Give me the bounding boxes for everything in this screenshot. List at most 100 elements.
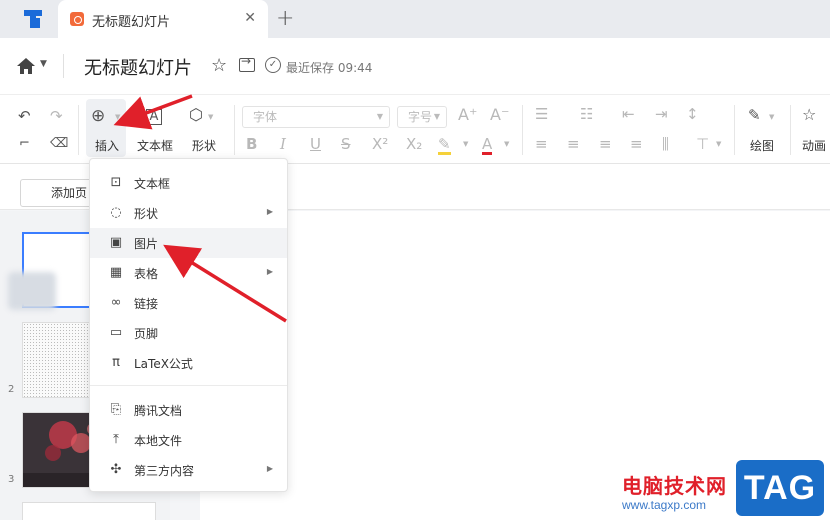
link-icon: ∞ — [110, 295, 122, 310]
menu-item-label: LaTeX公式 — [134, 357, 193, 371]
plus-circle-icon: ⊕ — [91, 106, 106, 126]
blurred-region — [8, 272, 56, 310]
align-justify-icon[interactable]: ≡ — [630, 137, 643, 152]
align-center-icon[interactable]: ≡ — [567, 137, 580, 152]
chevron-down-icon: ▼ — [433, 112, 440, 121]
slides-file-icon — [70, 12, 84, 26]
chevron-down-icon[interactable]: ▼ — [40, 59, 47, 69]
menu-item-table[interactable]: ▦ 表格 ▶ — [90, 258, 287, 288]
divider — [234, 105, 235, 155]
menu-item-label: 图片 — [134, 237, 159, 251]
chevron-down-icon[interactable]: ▼ — [504, 141, 509, 148]
menu-item-label: 本地文件 — [134, 434, 183, 448]
divider — [522, 105, 523, 155]
image-icon: ▣ — [109, 235, 123, 250]
line-spacing-icon[interactable]: ↕ — [686, 107, 699, 122]
home-icon[interactable] — [16, 57, 36, 75]
menu-item-latex[interactable]: π LaTeX公式 — [90, 348, 287, 378]
textbox-icon[interactable]: A — [146, 109, 162, 125]
vertical-align-icon[interactable]: ⊤ — [696, 137, 709, 152]
star-icon[interactable]: ☆ — [211, 55, 227, 76]
font-size-select[interactable]: 字号 ▼ — [397, 106, 447, 128]
app-logo-icon[interactable] — [22, 8, 44, 30]
align-left-icon[interactable]: ≡ — [535, 137, 548, 152]
shape-label[interactable]: 形状 — [192, 137, 216, 154]
toolbar: ↶ ↷ ⌐ ⌫ ⊕ ▼ 插入 A 文本框 ⬡ ▼ 形状 字体 ▼ 字号 ▼ A⁺… — [0, 94, 830, 164]
footer-icon: ▭ — [109, 325, 123, 340]
menu-item-label: 链接 — [134, 297, 159, 311]
align-right-icon[interactable]: ≡ — [599, 137, 612, 152]
insert-menu: ⊡ 文本框 ◌ 形状 ▶ ▣ 图片 ▦ 表格 ▶ ∞ 链接 ▭ 页脚 π LaT… — [89, 158, 288, 492]
redo-icon[interactable]: ↷ — [50, 109, 63, 124]
indent-icon[interactable]: ⇥ — [655, 107, 668, 122]
watermark-tag-logo: TAG — [736, 460, 824, 516]
subscript-icon[interactable]: X₂ — [406, 137, 422, 152]
shape-icon: ◌ — [110, 205, 122, 220]
font-decrease-icon[interactable]: A⁻ — [490, 107, 509, 123]
draw-label[interactable]: 绘图 — [750, 137, 774, 154]
bullet-list-icon[interactable]: ☰ — [535, 107, 548, 122]
saved-check-icon: ✓ — [265, 57, 281, 73]
menu-item-label: 文本框 — [134, 177, 171, 191]
chevron-down-icon[interactable]: ▼ — [208, 114, 213, 121]
watermark-site-name: 电脑技术网 — [622, 474, 727, 498]
shape-icon[interactable]: ⬡ — [189, 107, 203, 123]
italic-icon[interactable]: I — [280, 137, 286, 152]
underline-icon[interactable]: U — [310, 137, 321, 152]
table-icon: ▦ — [109, 265, 123, 280]
distribute-icon[interactable]: ⫼ — [662, 137, 669, 152]
watermark-url: www.tagxp.com — [622, 498, 707, 512]
menu-item-local-file[interactable]: ⤒ 本地文件 — [90, 425, 287, 455]
menu-item-third-party[interactable]: ✣ 第三方内容 ▶ — [90, 455, 287, 485]
chevron-down-icon: ▼ — [376, 112, 383, 121]
strikethrough-icon[interactable]: S — [341, 137, 351, 152]
menu-item-shape[interactable]: ◌ 形状 ▶ — [90, 198, 287, 228]
menu-item-label: 形状 — [134, 207, 159, 221]
divider — [790, 105, 791, 155]
superscript-icon[interactable]: X² — [372, 137, 388, 152]
eraser-icon[interactable]: ⌫ — [50, 137, 68, 150]
font-color-icon[interactable]: A — [482, 137, 493, 155]
tab-document[interactable]: 无标题幻灯片 ✕ — [58, 0, 268, 38]
menu-item-label: 腾讯文档 — [134, 404, 183, 418]
pi-icon: π — [112, 355, 120, 370]
chevron-down-icon[interactable]: ▼ — [716, 141, 721, 148]
export-icon[interactable] — [239, 54, 255, 72]
divider — [78, 105, 79, 155]
new-tab-plus-icon[interactable]: + — [276, 6, 294, 31]
slide-number: 3 — [8, 474, 15, 485]
outdent-icon[interactable]: ⇤ — [622, 107, 635, 122]
chevron-right-icon: ▶ — [266, 267, 273, 276]
chevron-down-icon[interactable]: ▼ — [463, 141, 468, 148]
animation-label[interactable]: 动画 — [802, 137, 826, 154]
close-icon[interactable]: ✕ — [244, 10, 256, 26]
highlight-icon[interactable]: ✎ — [438, 137, 451, 155]
menu-item-image[interactable]: ▣ 图片 — [90, 228, 287, 258]
menu-item-link[interactable]: ∞ 链接 — [90, 288, 287, 318]
menu-divider — [90, 385, 287, 386]
menu-item-textbox[interactable]: ⊡ 文本框 — [90, 168, 287, 198]
chevron-down-icon[interactable]: ▼ — [769, 114, 774, 121]
insert-label: 插入 — [95, 139, 120, 153]
slide-number: 2 — [8, 384, 15, 395]
textbox-label[interactable]: 文本框 — [137, 137, 173, 154]
divider — [734, 105, 735, 155]
menu-item-label: 第三方内容 — [134, 464, 195, 478]
add-page-label: 添加页 — [51, 186, 88, 200]
tab-title: 无标题幻灯片 — [92, 15, 171, 30]
menu-item-tencent-docs[interactable]: ⎘ 腾讯文档 — [90, 395, 287, 425]
upload-icon: ⤒ — [113, 432, 119, 447]
draw-icon[interactable]: ✎ — [748, 108, 761, 123]
menu-item-footer[interactable]: ▭ 页脚 — [90, 318, 287, 348]
numbered-list-icon[interactable]: ☷ — [580, 107, 593, 122]
font-increase-icon[interactable]: A⁺ — [458, 107, 477, 123]
animation-icon[interactable]: ☆ — [802, 107, 816, 123]
font-family-select[interactable]: 字体 ▼ — [242, 106, 390, 128]
page-title[interactable]: 无标题幻灯片 — [84, 54, 192, 80]
chevron-right-icon: ▶ — [266, 464, 273, 473]
bold-icon[interactable]: B — [246, 137, 257, 152]
chevron-right-icon: ▶ — [266, 207, 273, 216]
slide-thumbnail-4[interactable] — [22, 502, 156, 520]
format-painter-icon[interactable]: ⌐ — [19, 137, 30, 150]
undo-icon[interactable]: ↶ — [18, 109, 31, 124]
